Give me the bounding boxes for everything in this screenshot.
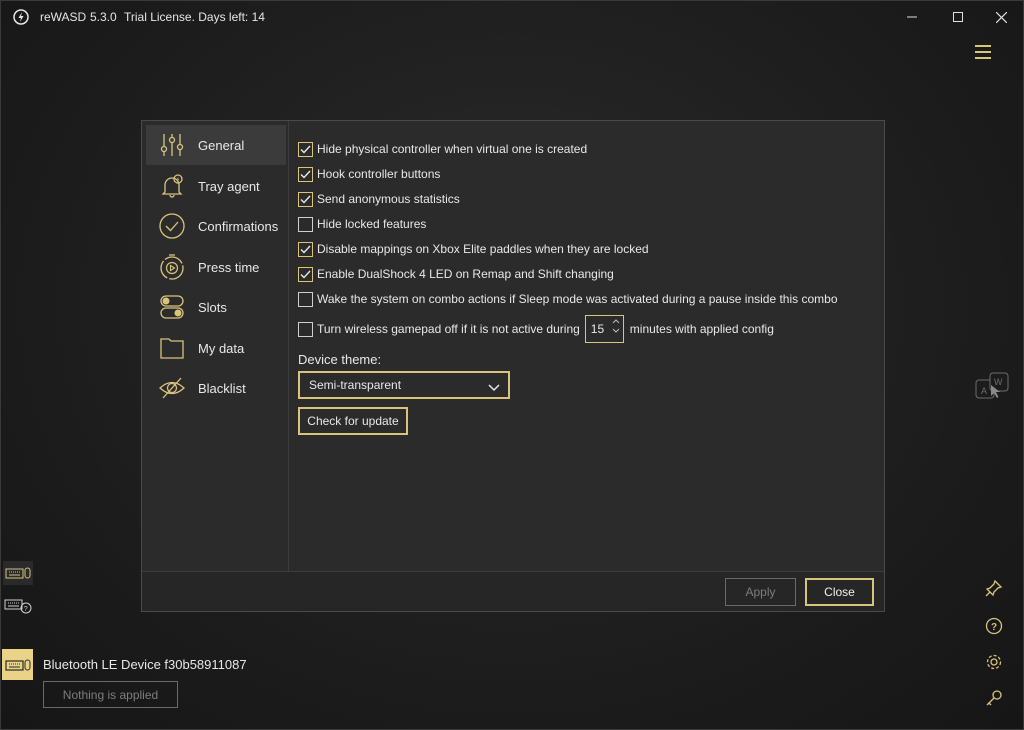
minutes-stepper[interactable]: 15: [584, 315, 624, 343]
option-label: Disable mappings on Xbox Elite paddles w…: [317, 242, 649, 256]
device-theme-select[interactable]: Semi-transparent: [298, 371, 510, 399]
nav-label: My data: [198, 340, 245, 356]
option-disable-paddles[interactable]: Disable mappings on Xbox Elite paddles w…: [298, 240, 649, 258]
device-icon[interactable]: [2, 649, 33, 680]
checkbox-checked[interactable]: [298, 166, 313, 182]
key-icon[interactable]: [983, 687, 1005, 709]
option-send-statistics[interactable]: Send anonymous statistics: [298, 190, 460, 208]
device-name: Bluetooth LE Device f30b58911087: [43, 657, 247, 672]
svg-text:W: W: [994, 377, 1003, 387]
nav-label: Slots: [198, 299, 227, 315]
option-label: Hide locked features: [317, 217, 427, 231]
help-icon[interactable]: ?: [983, 615, 1005, 637]
nav-item-slots[interactable]: Slots: [146, 287, 286, 327]
option-label: Hook controller buttons: [317, 167, 441, 181]
option-wireless-off[interactable]: Turn wireless gamepad off if it is not a…: [298, 315, 774, 343]
minimize-button[interactable]: [889, 1, 935, 33]
stepper-arrows[interactable]: [612, 319, 620, 333]
app-name: reWASD: [40, 10, 87, 24]
bell-icon: [157, 171, 187, 201]
toggle-icon: [157, 292, 187, 322]
pin-icon[interactable]: [983, 577, 1005, 599]
nav-label: Confirmations: [198, 218, 279, 234]
close-button[interactable]: Close: [805, 578, 874, 606]
title-bar: reWASD 5.3.0 Trial License. Days left: 1…: [1, 1, 1023, 33]
minutes-value[interactable]: 15: [591, 322, 604, 336]
option-label: Send anonymous statistics: [317, 192, 460, 206]
svg-text:A: A: [981, 386, 987, 396]
checkbox-unchecked[interactable]: [298, 321, 313, 337]
menu-icon[interactable]: [974, 44, 994, 60]
option-label: minutes with applied config: [629, 322, 774, 336]
settings-nav: General Tray agent Confirmations Press t…: [142, 121, 289, 571]
license-status: Trial License. Days left: 14: [124, 10, 265, 24]
checkbox-checked[interactable]: [298, 141, 313, 157]
timer-icon: [157, 252, 187, 282]
dialog-footer: Apply Close: [142, 571, 884, 611]
chevron-down-icon: [612, 328, 620, 333]
settings-dialog: General Tray agent Confirmations Press t…: [141, 120, 885, 612]
nav-label: Press time: [198, 259, 260, 275]
folder-icon: [157, 333, 187, 363]
device-theme-label: Device theme:: [298, 352, 382, 367]
app-version: 5.3.0: [90, 10, 117, 24]
checkbox-checked[interactable]: [298, 241, 313, 257]
device-theme-value: Semi-transparent: [309, 378, 402, 392]
checkbox-unchecked[interactable]: [298, 216, 313, 232]
check-update-button[interactable]: Check for update: [298, 407, 408, 435]
sliders-icon: [157, 130, 187, 160]
check-circle-icon: [157, 211, 187, 241]
translate-icon[interactable]: A W: [975, 372, 1011, 402]
general-settings: Hide physical controller when virtual on…: [298, 121, 884, 571]
maximize-button[interactable]: [935, 1, 981, 33]
keyboard-help-icon[interactable]: ?: [3, 594, 33, 618]
applied-status-button[interactable]: Nothing is applied: [43, 681, 178, 708]
chevron-down-icon: [488, 381, 500, 395]
nav-item-tray-agent[interactable]: Tray agent: [146, 166, 286, 206]
option-label: Hide physical controller when virtual on…: [317, 142, 588, 156]
option-label: Enable DualShock 4 LED on Remap and Shif…: [317, 267, 614, 281]
close-window-button[interactable]: [978, 1, 1024, 33]
svg-text:?: ?: [991, 622, 997, 633]
gear-icon[interactable]: [983, 651, 1005, 673]
option-wake-system[interactable]: Wake the system on combo actions if Slee…: [298, 290, 838, 308]
keyboard-mouse-icon[interactable]: [3, 561, 33, 585]
option-ds4-led[interactable]: Enable DualShock 4 LED on Remap and Shif…: [298, 265, 614, 283]
nav-item-confirmations[interactable]: Confirmations: [146, 206, 286, 246]
checkbox-checked[interactable]: [298, 266, 313, 282]
checkbox-unchecked[interactable]: [298, 291, 313, 307]
option-hide-physical[interactable]: Hide physical controller when virtual on…: [298, 140, 587, 158]
checkbox-checked[interactable]: [298, 191, 313, 207]
option-label: Turn wireless gamepad off if it is not a…: [317, 322, 580, 336]
nav-item-press-time[interactable]: Press time: [146, 247, 286, 287]
nav-item-general[interactable]: General: [146, 125, 286, 165]
nav-label: General: [198, 137, 245, 153]
chevron-up-icon: [612, 319, 620, 324]
option-hide-locked[interactable]: Hide locked features: [298, 215, 426, 233]
nav-label: Tray agent: [198, 178, 260, 194]
nav-item-my-data[interactable]: My data: [146, 328, 286, 368]
nav-item-blacklist[interactable]: Blacklist: [146, 368, 286, 408]
apply-button[interactable]: Apply: [725, 578, 796, 606]
option-hook-buttons[interactable]: Hook controller buttons: [298, 165, 440, 183]
svg-text:?: ?: [24, 606, 28, 613]
nav-label: Blacklist: [198, 380, 246, 396]
app-logo-icon: [13, 9, 29, 25]
eye-off-icon: [157, 373, 187, 403]
option-label: Wake the system on combo actions if Slee…: [317, 292, 838, 306]
